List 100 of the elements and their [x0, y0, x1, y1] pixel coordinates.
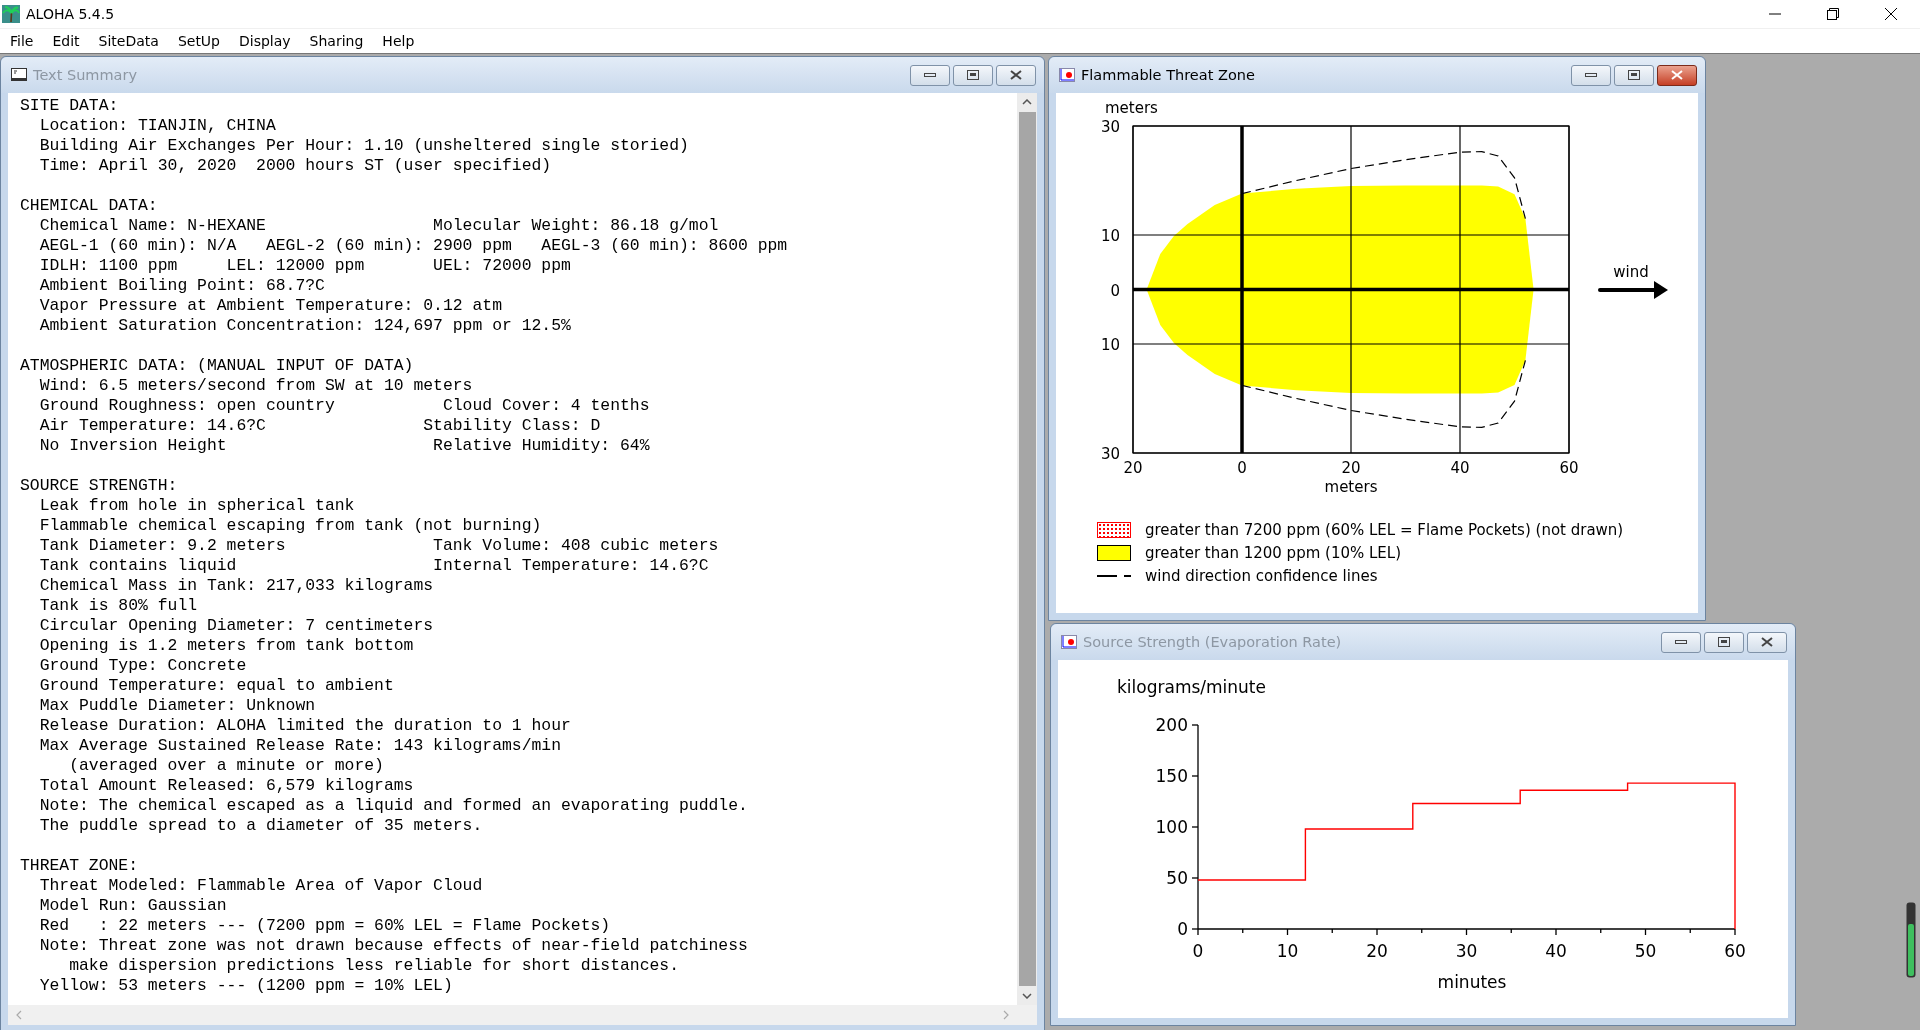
maximize-button[interactable]: [1704, 631, 1744, 653]
app-title: ALOHA 5.4.5: [26, 6, 115, 22]
restore-icon: [1827, 8, 1839, 20]
summary-line: Vapor Pressure at Ambient Temperature: 0.12 atm: [39, 296, 502, 316]
summary-line: make dispersion predictions less reliable for short distances.: [69, 956, 679, 976]
horizontal-scrollbar[interactable]: [8, 1005, 1017, 1025]
menu-item[interactable]: SetUp: [175, 32, 222, 50]
summary-line: Note: Threat zone was not drawn because effects of near-field patchiness: [39, 936, 748, 956]
section-heading: SITE DATA:: [20, 96, 119, 116]
summary-line: Tank is 80% full: [39, 596, 198, 616]
close-button[interactable]: [1657, 64, 1697, 86]
axis-tick-label: 100: [1155, 817, 1188, 837]
axis-tick-label: 20: [1123, 459, 1143, 477]
minimize-icon: [1585, 73, 1597, 77]
summary-line: Chemical Name: N-HEXANE Molecular Weight: 86.18 g/mol: [39, 216, 719, 236]
summary-line: Release Duration: ALOHA limited the duration to 1 hour: [39, 716, 571, 736]
wind-label: wind: [1613, 263, 1649, 281]
minimize-button[interactable]: [1571, 64, 1611, 86]
summary-line: Building Air Exchanges Per Hour: 1.10 (unsheltered single storied): [39, 136, 689, 156]
axis-tick-label: 10: [1276, 941, 1299, 961]
maximize-icon: [1718, 637, 1730, 647]
wind-arrow: [1598, 281, 1668, 299]
window-title: Flammable Threat Zone: [1081, 67, 1255, 83]
maximize-icon: [1628, 70, 1640, 80]
axis-tick-label: 10: [1100, 336, 1120, 354]
menu-item[interactable]: File: [8, 32, 36, 50]
axis-tick-label: 60: [1724, 941, 1746, 961]
close-button[interactable]: [1747, 631, 1787, 653]
close-icon: [1761, 637, 1773, 647]
axis-tick-label: 150: [1155, 766, 1188, 786]
summary-line: (averaged over a minute or more): [69, 756, 384, 776]
maximize-button[interactable]: [1614, 64, 1654, 86]
summary-line: Ground Type: Concrete: [39, 656, 247, 676]
summary-line: Threat Modeled: Flammable Area of Vapor Cloud: [39, 876, 483, 896]
summary-line: Chemical Mass in Tank: 217,033 kilograms: [39, 576, 434, 596]
menu-item[interactable]: Help: [380, 32, 417, 50]
axis-tick-label: 0: [1237, 459, 1247, 477]
axis-tick-label: 20: [1366, 941, 1388, 961]
summary-line: Total Amount Released: 6,579 kilograms: [39, 776, 414, 796]
chevron-down-icon: [1022, 993, 1032, 999]
minimize-icon: [1675, 640, 1687, 644]
chevron-left-icon: [16, 1010, 22, 1020]
axis-tick-label: 40: [1450, 459, 1470, 477]
legend-label: greater than 1200 ppm (10% LEL): [1145, 543, 1402, 562]
close-button[interactable]: [996, 64, 1036, 86]
axis-tick-label: 30: [1100, 445, 1120, 463]
menu-item[interactable]: Sharing: [307, 32, 366, 50]
level-gauge-icon: [1906, 902, 1916, 978]
window-title: Source Strength (Evaporation Rate): [1083, 634, 1342, 650]
menu-item[interactable]: Display: [237, 32, 293, 50]
summary-line: Note: The chemical escaped as a liquid and formed an evaporating puddle.: [39, 796, 748, 816]
section-heading: THREAT ZONE:: [20, 856, 139, 876]
summary-line: Location: TIANJIN, CHINA: [39, 116, 276, 136]
axis-tick-label: 10: [1100, 227, 1120, 245]
summary-line: Tank Diameter: 9.2 meters Tank Volume: 408 cubic meters: [39, 536, 719, 556]
chevron-up-icon: [1022, 99, 1032, 105]
summary-line: Wind: 6.5 meters/second from SW at 10 meters: [39, 376, 473, 396]
axis-tick-label: 0: [1177, 919, 1188, 939]
summary-line: Yellow: 53 meters --- (1200 ppm = 10% LEL): [39, 976, 453, 996]
chart-icon: [1061, 635, 1077, 649]
maximize-button[interactable]: [953, 64, 993, 86]
chart-icon: [1059, 68, 1075, 82]
summary-line: No Inversion Height Relative Humidity: 64%: [39, 436, 650, 456]
maximize-icon: [967, 70, 979, 80]
vertical-scrollbar[interactable]: [1017, 93, 1037, 1005]
axis-tick-label: 30: [1455, 941, 1478, 961]
summary-line: IDLH: 1100 ppm LEL: 12000 ppm UEL: 72000 ppm: [39, 256, 571, 276]
summary-line: Ambient Saturation Concentration: 124,697 ppm or 12.5%: [39, 316, 571, 336]
window-title: Text Summary: [33, 67, 137, 83]
axis-label: kilograms/minute: [1117, 677, 1266, 697]
summary-line: The puddle spread to a diameter of 35 meters.: [39, 816, 483, 836]
axis-tick-label: 40: [1545, 941, 1567, 961]
legend-label: wind direction confidence lines: [1145, 566, 1378, 585]
axis-tick-label: 0: [1110, 281, 1120, 300]
menu-item[interactable]: SiteData: [96, 32, 161, 50]
close-icon: [1885, 8, 1897, 20]
axis-tick-label: 20: [1341, 459, 1361, 477]
close-icon: [1010, 70, 1022, 80]
axis-tick-label: 60: [1559, 459, 1579, 477]
minimize-icon: [1769, 13, 1781, 15]
axis-tick-label: 30: [1100, 118, 1120, 136]
axis-label: meters: [1105, 99, 1158, 117]
summary-line: Red : 22 meters --- (7200 ppm = 60% LEL = Flame Pockets): [39, 916, 611, 936]
summary-line: Ground Temperature: equal to ambient: [39, 676, 394, 696]
summary-line: Air Temperature: 14.6?C Stability Class: D: [39, 416, 601, 436]
minimize-button[interactable]: [1661, 631, 1701, 653]
summary-line: Flammable chemical escaping from tank (not burning): [39, 516, 542, 536]
palm-tree-icon: [2, 5, 20, 23]
axis-tick-label: 200: [1155, 715, 1188, 735]
summary-line: Model Run: Gaussian: [39, 896, 227, 916]
axis-label: meters: [1324, 478, 1378, 496]
chevron-right-icon: [1003, 1010, 1009, 1020]
menu-item[interactable]: Edit: [50, 32, 82, 50]
section-heading: CHEMICAL DATA:: [20, 196, 158, 216]
minimize-button[interactable]: [910, 64, 950, 86]
summary-line: Max Average Sustained Release Rate: 143 kilograms/min: [39, 736, 561, 756]
scrollbar-corner: [1017, 1005, 1037, 1025]
minimize-icon: [924, 73, 936, 77]
summary-line: Ground Roughness: open country Cloud Cover: 4 tenths: [39, 396, 650, 416]
summary-line: Ambient Boiling Point: 68.7?C: [39, 276, 325, 296]
